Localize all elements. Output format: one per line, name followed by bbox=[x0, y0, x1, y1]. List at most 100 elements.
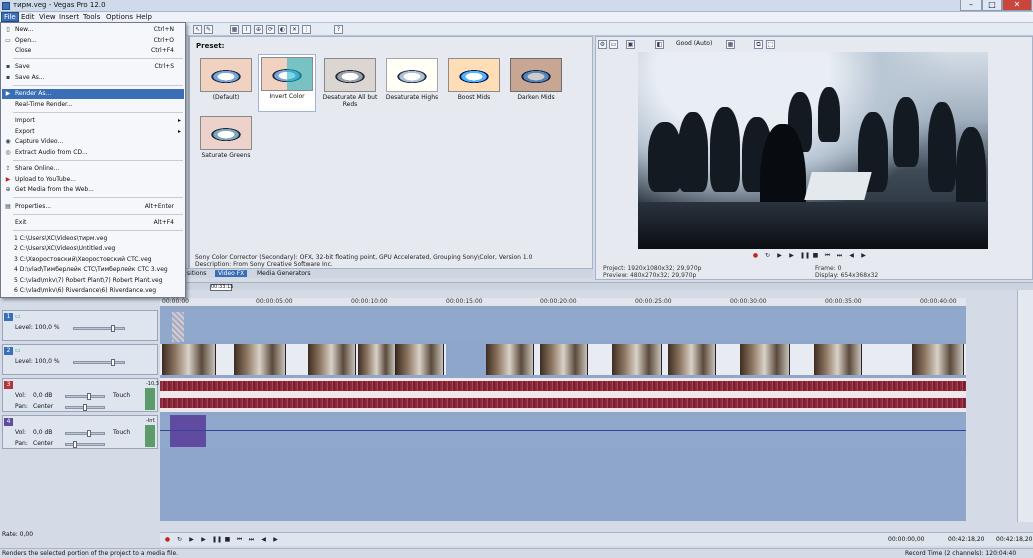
go-to-end-icon[interactable]: ⏭ bbox=[248, 536, 255, 543]
video-clip[interactable] bbox=[234, 344, 286, 375]
preset-boost-mids[interactable]: Boost Mids bbox=[445, 56, 503, 116]
level-slider-knob[interactable] bbox=[111, 325, 115, 332]
menu-view[interactable]: View bbox=[39, 13, 56, 21]
menu-options[interactable]: Options bbox=[106, 13, 133, 21]
quality-dropdown[interactable]: Good (Auto) bbox=[676, 40, 712, 47]
auto-crossfade-icon[interactable]: ✕ bbox=[290, 25, 299, 34]
play-from-start-icon[interactable]: ▶ bbox=[188, 536, 195, 543]
menu-item-recent-3[interactable]: 3 C:\Хворостовский\Хворостовский CTC.veg bbox=[2, 255, 184, 265]
prev-frame-icon[interactable]: ◀ bbox=[260, 536, 267, 543]
menu-insert[interactable]: Insert bbox=[59, 13, 79, 21]
video-clip[interactable] bbox=[612, 344, 662, 375]
track-header-video-2[interactable]: 2 ▭ Level: 100,0 % bbox=[2, 344, 158, 375]
vol-slider-knob[interactable] bbox=[87, 393, 91, 400]
snap-icon[interactable]: ▦ bbox=[230, 25, 239, 34]
timeline-ruler[interactable]: 00:00:00 00:00:05:00 00:00:10:00 00:00:1… bbox=[160, 298, 966, 307]
vol-slider-knob[interactable] bbox=[87, 430, 91, 437]
menu-item-export[interactable]: Export ▸ bbox=[2, 127, 184, 137]
lock-envelope-icon[interactable]: ◐ bbox=[278, 25, 287, 34]
timeline-tracks[interactable] bbox=[160, 307, 966, 521]
pause-icon[interactable]: ❚❚ bbox=[212, 536, 222, 543]
menu-item-recent-6[interactable]: 6 C:\vlad\mkv\6) Riverdance\6) Riverdanc… bbox=[2, 286, 184, 296]
help-icon[interactable]: ? bbox=[334, 25, 343, 34]
menu-item-recent-4[interactable]: 4 D:\vlad\Тимберлейк CTC\Тимберлейк CTC … bbox=[2, 265, 184, 275]
loop-icon[interactable]: ↻ bbox=[176, 536, 183, 543]
video-clip[interactable] bbox=[668, 344, 716, 375]
video-clip[interactable] bbox=[358, 344, 396, 375]
preset-default[interactable]: (Default) bbox=[197, 56, 255, 116]
next-frame-icon[interactable]: ▶ bbox=[860, 252, 867, 259]
marker-label[interactable]: 00:33:15 bbox=[210, 284, 233, 291]
video-clip[interactable] bbox=[162, 344, 216, 375]
track-lane-4-audio[interactable] bbox=[160, 415, 966, 449]
audio-waveform-right[interactable] bbox=[160, 395, 966, 411]
stop-icon[interactable]: ■ bbox=[224, 536, 231, 543]
level-slider-knob[interactable] bbox=[111, 359, 115, 366]
menu-item-render-as[interactable]: ▶ Render As... bbox=[2, 89, 184, 99]
menu-item-recent-5[interactable]: 5 C:\vlad\mkv\7) Robert Plant\7) Robert … bbox=[2, 276, 184, 286]
preset-desaturate-highs[interactable]: Desaturate Highs bbox=[383, 56, 441, 116]
pan-slider-knob[interactable] bbox=[83, 404, 87, 411]
close-button[interactable]: ✕ bbox=[1002, 0, 1032, 11]
video-clip[interactable] bbox=[396, 344, 444, 375]
edit-tool-icon[interactable]: ✎ bbox=[204, 25, 213, 34]
preset-saturate-greens[interactable]: Saturate Greens bbox=[197, 114, 255, 174]
video-clip[interactable] bbox=[814, 344, 862, 375]
video-clip[interactable] bbox=[486, 344, 534, 375]
envelope-tool-icon[interactable]: ⌇ bbox=[242, 25, 251, 34]
record-icon[interactable]: ● bbox=[164, 536, 171, 543]
vertical-scrollbar[interactable] bbox=[1017, 290, 1033, 522]
track-lane-1[interactable] bbox=[160, 310, 966, 342]
loop-icon[interactable]: ↻ bbox=[764, 252, 771, 259]
track-header-audio-4[interactable]: 4 Vol: 0,0 dB Pan: Center Touch -Inf. bbox=[2, 415, 158, 449]
level-slider[interactable] bbox=[73, 361, 125, 364]
pan-slider[interactable] bbox=[65, 443, 105, 446]
play-from-start-icon[interactable]: ▶ bbox=[776, 252, 783, 259]
save-snapshot-icon[interactable]: ⬚ bbox=[766, 40, 775, 49]
menu-item-extract-audio[interactable]: ◎ Extract Audio from CD... bbox=[2, 148, 184, 158]
menu-item-capture-video[interactable]: ◉ Capture Video... bbox=[2, 137, 184, 147]
monitor-icon[interactable]: ▣ bbox=[626, 40, 635, 49]
preset-desaturate-reds[interactable]: Desaturate All but Reds bbox=[321, 56, 379, 116]
track-lane-2[interactable] bbox=[160, 344, 966, 375]
stop-icon[interactable]: ■ bbox=[812, 252, 819, 259]
prev-frame-icon[interactable]: ◀ bbox=[848, 252, 855, 259]
volume-envelope[interactable] bbox=[160, 430, 966, 431]
device-icon[interactable]: ▭ bbox=[609, 40, 618, 49]
automation-mode[interactable]: Touch bbox=[113, 392, 130, 399]
properties-icon[interactable]: ⚙ bbox=[598, 40, 607, 49]
video-clip[interactable] bbox=[540, 344, 588, 375]
go-to-start-icon[interactable]: ⏮ bbox=[236, 536, 243, 543]
video-clip[interactable] bbox=[740, 344, 790, 375]
menu-item-new[interactable]: ▯ New... Ctrl+N bbox=[2, 25, 184, 35]
maximize-button[interactable]: □ bbox=[982, 0, 1002, 11]
overlays-icon[interactable]: ▦ bbox=[726, 40, 735, 49]
clip-transparent[interactable] bbox=[172, 312, 184, 342]
tab-transitions[interactable]: sitions bbox=[184, 270, 209, 277]
menu-item-save-as[interactable]: ▪ Save As... bbox=[2, 73, 184, 83]
vol-slider[interactable] bbox=[65, 395, 105, 398]
video-clip[interactable] bbox=[912, 344, 964, 375]
pause-icon[interactable]: ❚❚ bbox=[800, 252, 810, 259]
menu-tools[interactable]: Tools bbox=[83, 13, 100, 21]
play-icon[interactable]: ▶ bbox=[788, 252, 795, 259]
split-screen-icon[interactable]: ◧ bbox=[655, 40, 664, 49]
level-slider[interactable] bbox=[73, 327, 125, 330]
preset-invert-color[interactable]: Invert Color bbox=[258, 54, 316, 112]
copy-snapshot-icon[interactable]: ⧉ bbox=[754, 40, 763, 49]
vol-slider[interactable] bbox=[65, 432, 105, 435]
preset-darken-mids[interactable]: Darken Mids bbox=[507, 56, 565, 116]
menu-item-open[interactable]: ▭ Open... Ctrl+O bbox=[2, 36, 184, 46]
menu-item-get-media-web[interactable]: ⊕ Get Media from the Web... bbox=[2, 185, 184, 195]
track-header-video-1[interactable]: 1 ▭ Level: 100,0 % bbox=[2, 310, 158, 341]
audio-clip-purple[interactable] bbox=[170, 415, 206, 447]
record-icon[interactable]: ● bbox=[752, 252, 759, 259]
select-tool-icon[interactable]: ↖ bbox=[193, 25, 202, 34]
menu-item-recent-2[interactable]: 2 C:\Users\XC\Videos\Untitled.veg bbox=[2, 244, 184, 254]
menu-item-properties[interactable]: ▤ Properties... Alt+Enter bbox=[2, 202, 184, 212]
pan-slider-knob[interactable] bbox=[73, 441, 77, 448]
next-frame-icon[interactable]: ▶ bbox=[272, 536, 279, 543]
menu-edit[interactable]: Edit bbox=[21, 13, 35, 21]
video-clip[interactable] bbox=[308, 344, 356, 375]
menu-item-exit[interactable]: Exit Alt+F4 bbox=[2, 218, 184, 228]
